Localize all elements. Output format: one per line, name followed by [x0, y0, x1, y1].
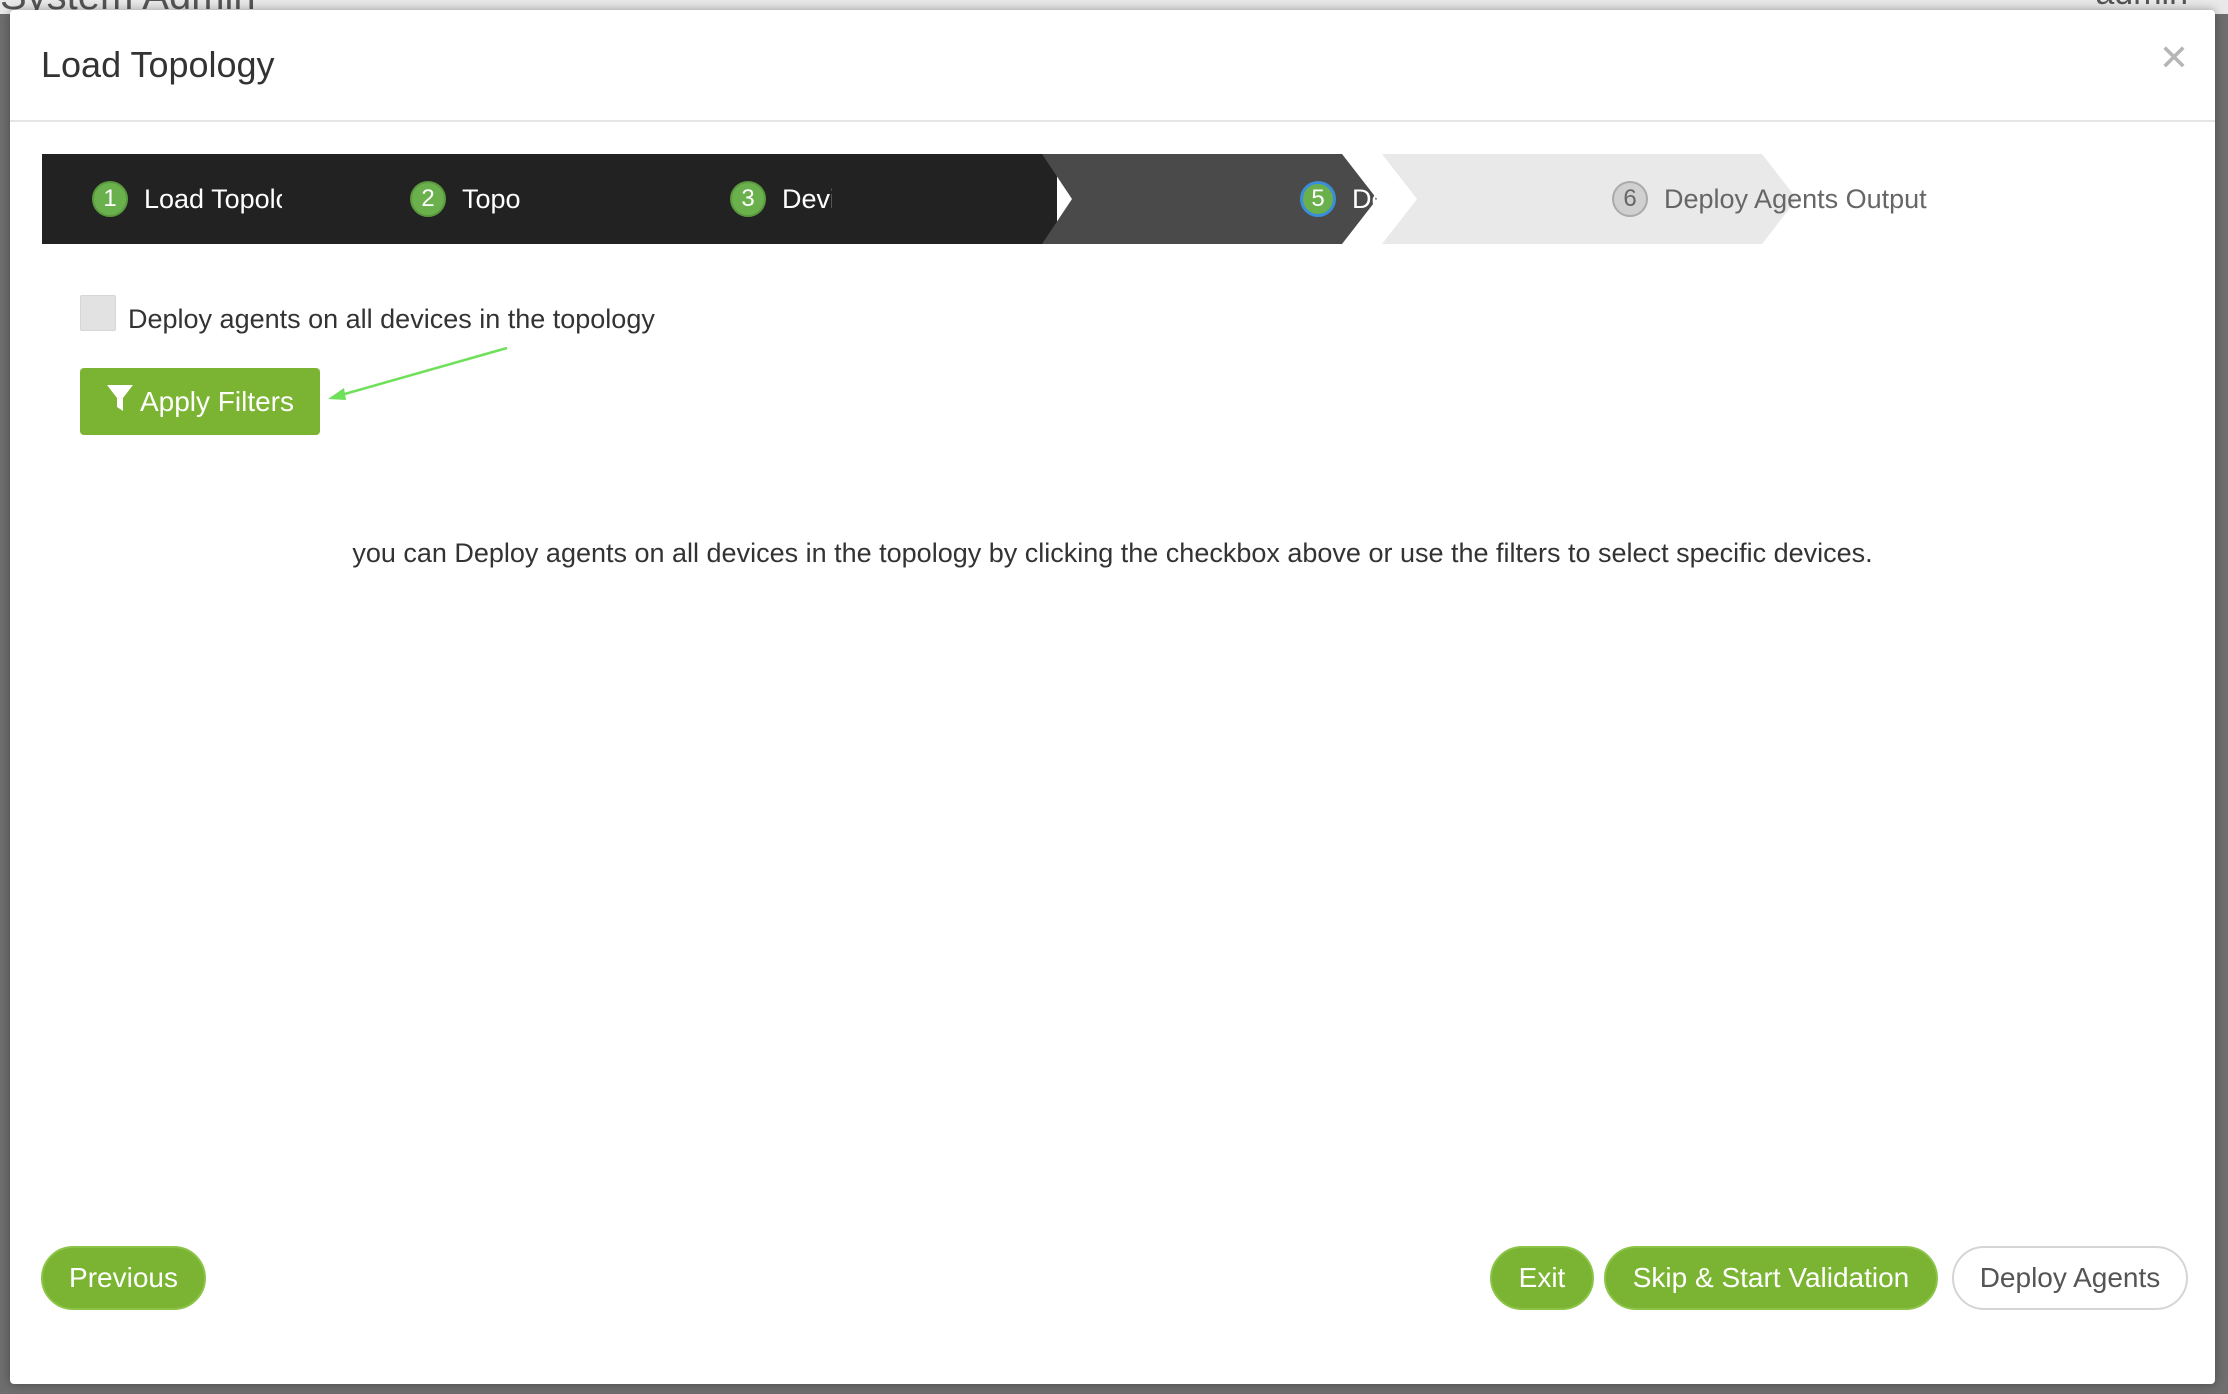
apply-filters-button[interactable]: Apply Filters [80, 368, 320, 435]
wizard-step-load-topology[interactable]: 1 Load Topology [42, 154, 319, 244]
previous-button[interactable]: Previous [41, 1246, 206, 1310]
wizard-step-device-access-credentials[interactable]: 3 Device Access Credentials [522, 154, 1102, 244]
modal-header: Load Topology ✕ [10, 10, 2215, 122]
apply-filters-label: Apply Filters [139, 385, 295, 417]
filter-icon [106, 383, 140, 420]
deploy-all-label: Deploy agents on all devices in the topo… [128, 304, 655, 334]
hint-text: you can Deploy agents on all devices in … [352, 538, 1873, 568]
step-number-5: 5 [1300, 181, 1336, 217]
wizard-step-deploy-agents[interactable]: 5 Deploy Agents [1042, 154, 1526, 244]
wizard-step-topology-summary[interactable]: 2 Topology Summary [282, 154, 693, 244]
exit-button[interactable]: Exit [1490, 1246, 1594, 1310]
step-label-6: Deploy Agents Output [1664, 183, 1927, 214]
annotation-arrow [328, 346, 508, 400]
load-topology-modal: Load Topology ✕ 1 Load Topology 2 Topolo… [10, 10, 2215, 1384]
wizard-steps: 1 Load Topology 2 Topology Summary 3 Dev… [42, 154, 2210, 244]
deploy-agents-button[interactable]: Deploy Agents [1952, 1246, 2188, 1310]
step-number-6: 6 [1612, 181, 1648, 217]
step-number-1: 1 [92, 181, 128, 217]
step-number-3: 3 [730, 181, 766, 217]
deploy-all-row: Deploy agents on all devices in the topo… [80, 290, 655, 335]
modal-title: Load Topology [41, 44, 275, 85]
skip-start-validation-button[interactable]: Skip & Start Validation [1604, 1246, 1938, 1310]
wizard-step-check-connectivity[interactable]: 4 Check Connectivity [832, 154, 1443, 244]
deploy-all-checkbox[interactable] [80, 294, 116, 331]
step-number-2: 2 [410, 181, 446, 217]
wizard-step-deploy-agents-output[interactable]: 6 Deploy Agents Output [1342, 154, 1927, 244]
close-icon[interactable]: ✕ [2159, 40, 2189, 76]
